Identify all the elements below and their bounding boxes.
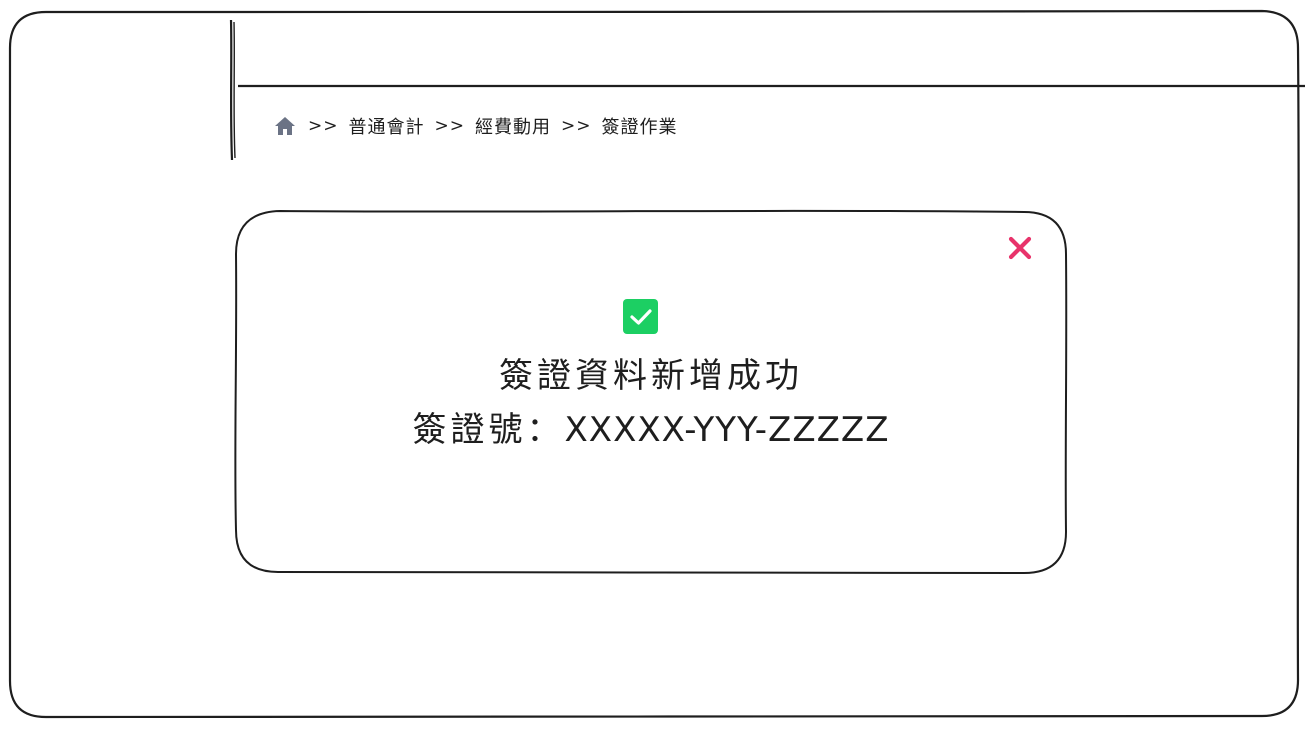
- breadcrumb: >> 普通會計 >> 經費動用 >> 簽證作業: [272, 112, 678, 140]
- certification-number: 簽證號：XXXXX-YYY-ZZZZZ: [236, 406, 1066, 454]
- certification-number-label: 簽證號：: [412, 410, 565, 450]
- success-message: 簽證資料新增成功: [499, 356, 803, 396]
- check-icon: [623, 299, 658, 334]
- close-icon[interactable]: [1004, 232, 1036, 264]
- breadcrumb-item-certification: 簽證作業: [601, 117, 678, 138]
- breadcrumb-item-general-accounting[interactable]: 普通會計: [349, 113, 425, 139]
- breadcrumb-separator: >>: [561, 116, 592, 136]
- home-icon[interactable]: [272, 114, 298, 138]
- breadcrumb-item-expenditure[interactable]: 經費動用: [475, 113, 551, 139]
- breadcrumb-separator: >>: [434, 116, 465, 136]
- sidebar-divider: [229, 19, 234, 161]
- app-window: >> 普通會計 >> 經費動用 >> 簽證作業 簽證資料新增成功 簽證號：XXX…: [0, 0, 1311, 730]
- header-divider: [237, 84, 1306, 88]
- breadcrumb-separator: >>: [308, 116, 339, 136]
- certification-number-value: XXXXX-YYY-ZZZZZ: [564, 410, 890, 450]
